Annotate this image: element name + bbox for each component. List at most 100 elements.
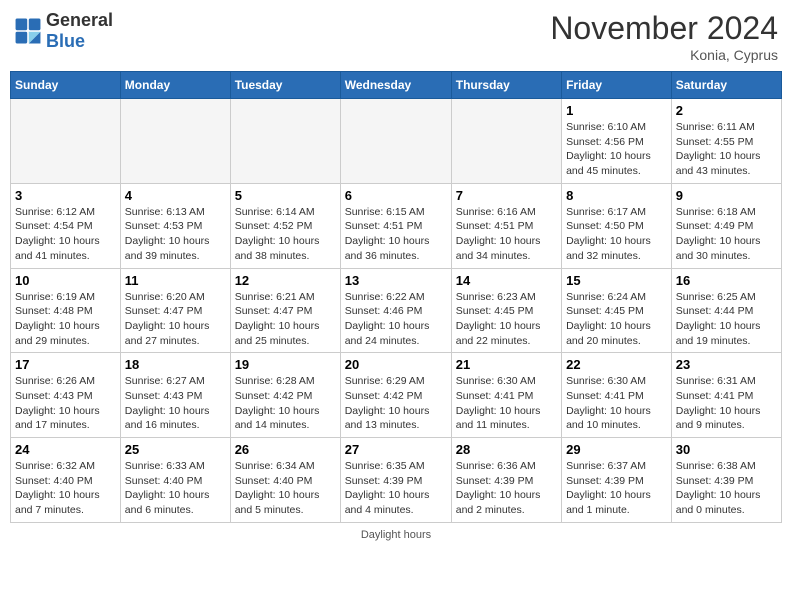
day-info: Sunrise: 6:20 AM Sunset: 4:47 PM Dayligh…	[125, 290, 226, 349]
calendar-day-cell: 3 Sunrise: 6:12 AM Sunset: 4:54 PM Daylig…	[11, 183, 121, 268]
day-number: 10	[15, 273, 116, 288]
day-number: 1	[566, 103, 667, 118]
day-number: 28	[456, 442, 557, 457]
day-number: 15	[566, 273, 667, 288]
day-info: Sunrise: 6:12 AM Sunset: 4:54 PM Dayligh…	[15, 205, 116, 264]
day-number: 4	[125, 188, 226, 203]
calendar-day-cell: 4 Sunrise: 6:13 AM Sunset: 4:53 PM Daylig…	[120, 183, 230, 268]
day-info: Sunrise: 6:11 AM Sunset: 4:55 PM Dayligh…	[676, 120, 777, 179]
footer: Daylight hours	[10, 529, 782, 541]
calendar-day-cell: 18 Sunrise: 6:27 AM Sunset: 4:43 PM Dayli…	[120, 353, 230, 438]
calendar-day-header: Wednesday	[340, 72, 451, 99]
calendar-day-header: Friday	[562, 72, 672, 99]
calendar-week-row: 17Sunrise: 6:26 AM Sunset: 4:43 PM Dayli…	[11, 353, 782, 438]
day-number: 29	[566, 442, 667, 457]
title-block: November 2024 Konia, Cyprus	[550, 10, 778, 63]
day-info: Sunrise: 6:27 AM Sunset: 4:43 PM Dayligh…	[125, 374, 226, 433]
day-number: 27	[345, 442, 447, 457]
day-number: 22	[566, 357, 667, 372]
calendar-day-cell: 14 Sunrise: 6:23 AM Sunset: 4:45 PM Dayli…	[451, 268, 561, 353]
day-info: Sunrise: 6:26 AM Sunset: 4:43 PM Dayligh…	[15, 374, 116, 433]
day-info: Sunrise: 6:25 AM Sunset: 4:44 PM Dayligh…	[676, 290, 777, 349]
page-header: General Blue November 2024 Konia, Cyprus	[10, 10, 782, 63]
day-number: 16	[676, 273, 777, 288]
day-info: Sunrise: 6:14 AM Sunset: 4:52 PM Dayligh…	[235, 205, 336, 264]
calendar-day-cell: 17Sunrise: 6:26 AM Sunset: 4:43 PM Dayli…	[11, 353, 121, 438]
day-info: Sunrise: 6:13 AM Sunset: 4:53 PM Dayligh…	[125, 205, 226, 264]
day-info: Sunrise: 6:18 AM Sunset: 4:49 PM Dayligh…	[676, 205, 777, 264]
day-number: 6	[345, 188, 447, 203]
day-number: 18	[125, 357, 226, 372]
day-number: 21	[456, 357, 557, 372]
calendar-day-cell: 22 Sunrise: 6:30 AM Sunset: 4:41 PM Dayli…	[562, 353, 672, 438]
day-number: 23	[676, 357, 777, 372]
day-number: 2	[676, 103, 777, 118]
calendar-day-cell	[120, 99, 230, 184]
calendar-week-row: 10Sunrise: 6:19 AM Sunset: 4:48 PM Dayli…	[11, 268, 782, 353]
logo-icon	[14, 17, 42, 45]
location: Konia, Cyprus	[550, 47, 778, 63]
calendar-week-row: 24 Sunrise: 6:32 AM Sunset: 4:40 PM Dayli…	[11, 438, 782, 523]
calendar-day-cell: 29Sunrise: 6:37 AM Sunset: 4:39 PM Dayli…	[562, 438, 672, 523]
day-number: 24	[15, 442, 116, 457]
calendar-day-cell: 2 Sunrise: 6:11 AM Sunset: 4:55 PM Daylig…	[671, 99, 781, 184]
calendar-day-header: Tuesday	[230, 72, 340, 99]
calendar-table: SundayMondayTuesdayWednesdayThursdayFrid…	[10, 71, 782, 523]
logo: General Blue	[14, 10, 113, 52]
footer-text: Daylight hours	[361, 529, 431, 541]
day-info: Sunrise: 6:29 AM Sunset: 4:42 PM Dayligh…	[345, 374, 447, 433]
day-number: 20	[345, 357, 447, 372]
day-number: 11	[125, 273, 226, 288]
day-number: 12	[235, 273, 336, 288]
calendar-day-cell: 6 Sunrise: 6:15 AM Sunset: 4:51 PM Daylig…	[340, 183, 451, 268]
day-number: 3	[15, 188, 116, 203]
day-number: 30	[676, 442, 777, 457]
calendar-day-header: Thursday	[451, 72, 561, 99]
day-number: 26	[235, 442, 336, 457]
calendar-day-cell	[11, 99, 121, 184]
calendar-day-cell: 27Sunrise: 6:35 AM Sunset: 4:39 PM Dayli…	[340, 438, 451, 523]
calendar-day-cell: 10Sunrise: 6:19 AM Sunset: 4:48 PM Dayli…	[11, 268, 121, 353]
calendar-day-cell: 7 Sunrise: 6:16 AM Sunset: 4:51 PM Daylig…	[451, 183, 561, 268]
month-title: November 2024	[550, 10, 778, 47]
day-info: Sunrise: 6:16 AM Sunset: 4:51 PM Dayligh…	[456, 205, 557, 264]
calendar-day-cell: 23 Sunrise: 6:31 AM Sunset: 4:41 PM Dayli…	[671, 353, 781, 438]
calendar-day-cell: 1Sunrise: 6:10 AM Sunset: 4:56 PM Daylig…	[562, 99, 672, 184]
day-info: Sunrise: 6:28 AM Sunset: 4:42 PM Dayligh…	[235, 374, 336, 433]
calendar-day-cell: 20 Sunrise: 6:29 AM Sunset: 4:42 PM Dayli…	[340, 353, 451, 438]
day-info: Sunrise: 6:33 AM Sunset: 4:40 PM Dayligh…	[125, 459, 226, 518]
logo-general: General	[46, 10, 113, 30]
day-number: 14	[456, 273, 557, 288]
calendar-day-header: Monday	[120, 72, 230, 99]
day-info: Sunrise: 6:30 AM Sunset: 4:41 PM Dayligh…	[456, 374, 557, 433]
calendar-day-cell: 9Sunrise: 6:18 AM Sunset: 4:49 PM Daylig…	[671, 183, 781, 268]
calendar-day-cell: 8Sunrise: 6:17 AM Sunset: 4:50 PM Daylig…	[562, 183, 672, 268]
calendar-day-cell: 28 Sunrise: 6:36 AM Sunset: 4:39 PM Dayli…	[451, 438, 561, 523]
day-info: Sunrise: 6:38 AM Sunset: 4:39 PM Dayligh…	[676, 459, 777, 518]
day-number: 7	[456, 188, 557, 203]
calendar-day-cell: 15 Sunrise: 6:24 AM Sunset: 4:45 PM Dayli…	[562, 268, 672, 353]
calendar-day-cell: 12Sunrise: 6:21 AM Sunset: 4:47 PM Dayli…	[230, 268, 340, 353]
calendar-day-cell: 21 Sunrise: 6:30 AM Sunset: 4:41 PM Dayli…	[451, 353, 561, 438]
day-info: Sunrise: 6:23 AM Sunset: 4:45 PM Dayligh…	[456, 290, 557, 349]
day-info: Sunrise: 6:31 AM Sunset: 4:41 PM Dayligh…	[676, 374, 777, 433]
logo-text: General Blue	[46, 10, 113, 52]
calendar-day-cell: 5 Sunrise: 6:14 AM Sunset: 4:52 PM Daylig…	[230, 183, 340, 268]
day-info: Sunrise: 6:22 AM Sunset: 4:46 PM Dayligh…	[345, 290, 447, 349]
day-info: Sunrise: 6:30 AM Sunset: 4:41 PM Dayligh…	[566, 374, 667, 433]
day-info: Sunrise: 6:34 AM Sunset: 4:40 PM Dayligh…	[235, 459, 336, 518]
day-info: Sunrise: 6:15 AM Sunset: 4:51 PM Dayligh…	[345, 205, 447, 264]
calendar-day-cell: 30 Sunrise: 6:38 AM Sunset: 4:39 PM Dayli…	[671, 438, 781, 523]
day-info: Sunrise: 6:32 AM Sunset: 4:40 PM Dayligh…	[15, 459, 116, 518]
calendar-day-cell	[451, 99, 561, 184]
day-info: Sunrise: 6:24 AM Sunset: 4:45 PM Dayligh…	[566, 290, 667, 349]
calendar-day-cell: 26 Sunrise: 6:34 AM Sunset: 4:40 PM Dayli…	[230, 438, 340, 523]
calendar-day-cell: 25Sunrise: 6:33 AM Sunset: 4:40 PM Dayli…	[120, 438, 230, 523]
day-info: Sunrise: 6:36 AM Sunset: 4:39 PM Dayligh…	[456, 459, 557, 518]
day-number: 8	[566, 188, 667, 203]
calendar-day-cell: 16 Sunrise: 6:25 AM Sunset: 4:44 PM Dayli…	[671, 268, 781, 353]
calendar-day-header: Saturday	[671, 72, 781, 99]
day-number: 5	[235, 188, 336, 203]
calendar-day-cell: 11 Sunrise: 6:20 AM Sunset: 4:47 PM Dayli…	[120, 268, 230, 353]
calendar-header-row: SundayMondayTuesdayWednesdayThursdayFrid…	[11, 72, 782, 99]
